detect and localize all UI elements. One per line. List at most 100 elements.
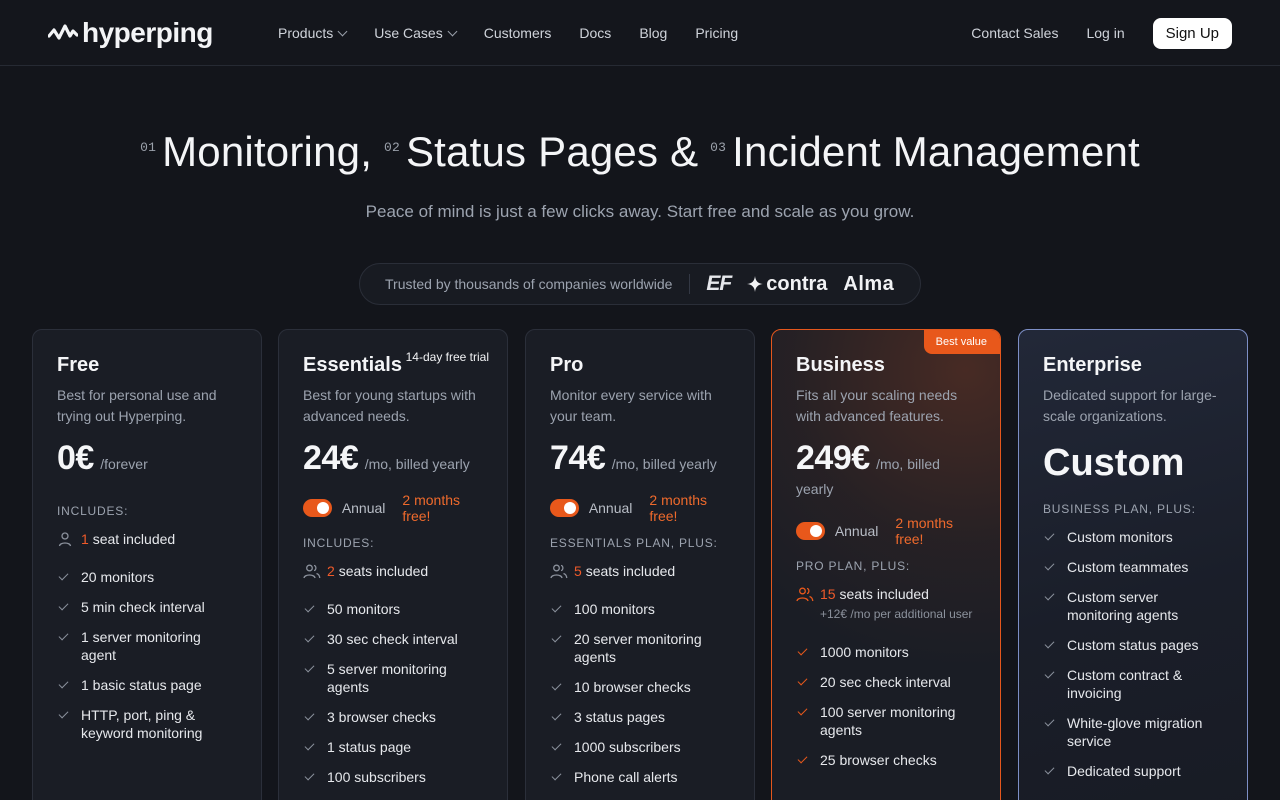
price-row: 74€ /mo, billed yearly (550, 441, 730, 477)
feature-text: 20 sec check interval (820, 674, 951, 690)
check-icon (1044, 638, 1055, 649)
page-subtitle: Peace of mind is just a few clicks away.… (365, 202, 915, 221)
sign-up-button[interactable]: Sign Up (1152, 17, 1232, 49)
feature-item: 3 status pages (550, 708, 730, 726)
feature-item: Custom server monitoring agents (1043, 588, 1223, 624)
toggle-label: Annual (834, 523, 879, 539)
feature-item: 1 basic status page (57, 676, 237, 694)
feature-text: Custom teammates (1067, 559, 1189, 575)
feature-text: 20 server monitoring agents (574, 631, 702, 665)
pulse-logo-icon (48, 24, 78, 40)
feature-item: 1000 subscribers (550, 738, 730, 756)
price-row: 0€ /forever (57, 441, 237, 477)
seats-feature: 1 seat included (57, 530, 237, 548)
plan-price: Custom (1043, 442, 1185, 484)
billing-toggle-row: Annual 2 months free! (796, 515, 976, 547)
title-number-1: 01 (140, 140, 157, 155)
contact-sales-link[interactable]: Contact Sales (971, 25, 1058, 41)
plan-description: Dedicated support for large-scale organi… (1043, 387, 1217, 424)
check-icon (551, 740, 562, 751)
includes-label: BUSINESS PLAN, PLUS: (1043, 502, 1196, 516)
feature-item: 100 subscribers (303, 768, 483, 786)
contra-logo: contra (747, 273, 827, 296)
plan-name: Free (57, 354, 100, 376)
annual-toggle[interactable] (796, 522, 825, 540)
seat-count: 15 (820, 586, 836, 602)
check-icon (1044, 668, 1055, 679)
feature-item: Custom monitors (1043, 528, 1223, 546)
check-icon (304, 602, 315, 613)
plan-card-pro: Pro Monitor every service with your team… (525, 329, 755, 800)
seats-feature: 15 seats included (796, 585, 976, 603)
check-icon (304, 770, 315, 781)
includes-label: INCLUDES: (303, 536, 375, 550)
check-icon (551, 770, 562, 781)
check-icon (58, 708, 69, 719)
feature-item: 1 server monitoring agent (57, 628, 237, 664)
sparkle-icon (747, 276, 764, 292)
feature-item: Custom status pages (1043, 636, 1223, 654)
seat-count: 5 (574, 563, 582, 579)
feature-text: HTTP, port, ping & keyword monitoring (81, 707, 203, 741)
nav-pricing[interactable]: Pricing (695, 25, 738, 41)
promo-text: 2 months free! (402, 492, 460, 524)
users-icon (550, 562, 574, 580)
billing-toggle-row: Annual 2 months free! (550, 492, 730, 524)
check-icon (304, 632, 315, 643)
check-icon (1044, 716, 1055, 727)
plan-card-business: Best value Business Fits all your scalin… (771, 329, 1001, 800)
check-icon (551, 680, 562, 691)
feature-text: 5 server monitoring agents (327, 661, 447, 695)
annual-toggle[interactable] (550, 499, 579, 517)
feature-text: Custom monitors (1067, 529, 1173, 545)
feature-text: 1 status page (327, 739, 412, 755)
hyperping-logo[interactable]: hyperping (48, 16, 213, 50)
nav-products-label: Products (278, 25, 334, 41)
nav-docs[interactable]: Docs (579, 25, 611, 41)
check-icon (1044, 560, 1055, 571)
nav-products[interactable]: Products (278, 25, 348, 41)
price-row: 249€ /mo, billed yearly (796, 441, 976, 502)
plan-price: 24€ (303, 439, 359, 477)
logo-text: hyperping (82, 17, 213, 48)
feature-text: 20 monitors (81, 569, 155, 585)
nav-blog[interactable]: Blog (639, 25, 667, 41)
plan-price: 74€ (550, 439, 606, 477)
plan-description: Fits all your scaling needs with advance… (796, 387, 958, 424)
user-icon (57, 530, 81, 548)
plan-name: Pro (550, 354, 584, 376)
feature-text: 50 monitors (327, 601, 401, 617)
feature-item: 20 sec check interval (796, 673, 976, 691)
check-icon (551, 602, 562, 613)
feature-text: 100 subscribers (327, 769, 426, 785)
nav-actions: Contact Sales Log in Sign Up (971, 0, 1232, 66)
top-navbar: hyperping Products Use Cases Customers D… (0, 0, 1280, 66)
feature-text: 10 browser checks (574, 679, 691, 695)
check-icon (1044, 530, 1055, 541)
seat-text: seat included (92, 531, 176, 547)
seat-text: seats included (585, 563, 676, 579)
log-in-link[interactable]: Log in (1086, 25, 1124, 41)
feature-item: Phone call alerts (550, 768, 730, 786)
feature-text: 3 browser checks (327, 709, 436, 725)
feature-item: 30 sec check interval (303, 630, 483, 648)
title-number-2: 02 (383, 140, 400, 155)
plan-card-free: Free Best for personal use and trying ou… (32, 329, 262, 800)
annual-toggle[interactable] (303, 499, 332, 517)
check-icon (58, 678, 69, 689)
title-part-2: Status Pages & (405, 128, 699, 175)
check-icon (58, 600, 69, 611)
feature-text: 1 server monitoring agent (81, 629, 201, 663)
feature-text: 1000 subscribers (574, 739, 681, 755)
price-period: /mo, billed yearly (611, 456, 717, 472)
plan-price: 249€ (796, 439, 870, 477)
seat-price-note: +12€ /mo per additional user (820, 607, 973, 621)
feature-item: 50 monitors (303, 600, 483, 618)
feature-text: 30 sec check interval (327, 631, 458, 647)
feature-text: White-glove migration service (1067, 715, 1203, 749)
includes-label: PRO PLAN, PLUS: (796, 559, 911, 573)
check-icon (304, 710, 315, 721)
nav-use-cases[interactable]: Use Cases (374, 25, 458, 41)
nav-customers[interactable]: Customers (484, 25, 552, 41)
feature-item: 5 server monitoring agents (303, 660, 483, 696)
